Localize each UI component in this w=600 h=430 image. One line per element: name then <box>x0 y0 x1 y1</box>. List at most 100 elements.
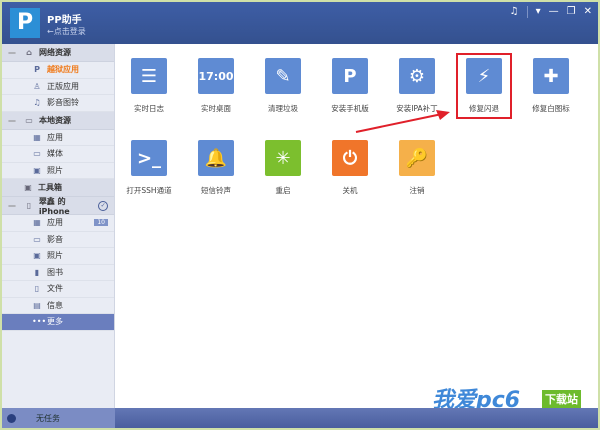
ringtone-icon: 🔔 <box>198 140 234 176</box>
sidebar-group-label: 本地资源 <box>39 115 71 126</box>
shutdown-icon: ⏻ <box>332 140 368 176</box>
maximize-icon[interactable]: ❐ <box>567 6 576 18</box>
highlight-box <box>456 53 512 119</box>
check-icon: ✓ <box>98 201 108 211</box>
file-icon: ▯ <box>32 284 42 293</box>
sidebar-group[interactable]: — ▯ 翠鑫 的 iPhone✓ <box>2 197 114 215</box>
sidebar-item[interactable]: ▣ 照片 <box>2 163 114 180</box>
tool-fix-white-icon-button[interactable]: ✚修复白图标 <box>519 58 583 114</box>
sidebar-item[interactable]: ▣ 照片 <box>2 248 114 265</box>
menu-dropdown-icon[interactable]: ▾ <box>536 6 541 18</box>
tool-ringtone-button[interactable]: 🔔 短信铃声 <box>184 140 248 196</box>
tool-log-button[interactable]: ☰ 实时日志 <box>117 58 181 114</box>
clean-icon: ✎ <box>265 58 301 94</box>
book-icon: ▮ <box>32 268 42 277</box>
sidebar-group[interactable]: ▣ 工具箱 <box>2 179 114 197</box>
sidebar-item[interactable]: ▭ 媒体 <box>2 146 114 163</box>
sidebar-item[interactable]: P 越狱应用 <box>2 62 114 79</box>
app-name: PP助手 <box>47 11 82 26</box>
install-mobile-icon: P <box>332 58 368 94</box>
log-icon: ☰ <box>131 58 167 94</box>
toolbox-icon: ▣ <box>23 183 33 192</box>
tool-clean-button[interactable]: ✎ 清理垃圾 <box>251 58 315 114</box>
collapse-icon[interactable]: — <box>8 201 16 210</box>
sidebar-item[interactable]: •••更多 <box>2 314 114 331</box>
tool-restart-button[interactable]: ✳重启 <box>251 140 315 196</box>
divider <box>527 6 528 18</box>
collapse-icon[interactable]: — <box>8 116 16 125</box>
sidebar-item-label: 越狱应用 <box>47 64 79 75</box>
sidebar-item[interactable]: ▯ 文件 <box>2 281 114 298</box>
sidebar-group-label: 翠鑫 的 iPhone <box>39 196 98 216</box>
window-controls: ♫ ▾ — ❐ ✕ <box>510 6 592 18</box>
ipa-patch-icon: ⚙ <box>399 58 435 94</box>
sidebar-item[interactable]: ▦ 应用 <box>2 130 114 147</box>
tool-label: 实时日志 <box>117 103 181 114</box>
tool-logout-button[interactable]: 🔑 注销 <box>385 140 449 196</box>
sidebar-group[interactable]: —⌂网络资源 <box>2 44 114 62</box>
sidebar-item-label: 应用 <box>47 217 63 228</box>
sidebar-group-label: 工具箱 <box>38 182 62 193</box>
music-icon: ♫ <box>32 98 42 107</box>
tool-label: 短信铃声 <box>184 185 248 196</box>
photo-icon: ▣ <box>32 166 42 175</box>
tool-label: 修复白图标 <box>519 103 583 114</box>
sidebar-item-label: 图书 <box>47 267 63 278</box>
monitor-icon: ▭ <box>24 116 34 125</box>
sidebar-item-label: 照片 <box>47 165 63 176</box>
grid-icon: ▦ <box>32 218 42 227</box>
tool-label: 注销 <box>385 185 449 196</box>
ssh-icon: >_ <box>131 140 167 176</box>
sidebar-item[interactable]: ▤ 信息 <box>2 298 114 315</box>
status-bar: 无任务 <box>2 408 598 428</box>
tool-ssh-button[interactable]: >_ 打开SSH通道 <box>117 140 181 196</box>
pp-assistant-window: P PP助手 ←点击登录 ♫ ▾ — ❐ ✕ —⌂网络资源 P 越狱应用 ♙ 正版应用 ♫… <box>2 2 598 428</box>
red-arrow <box>352 102 462 137</box>
count-badge: 10 <box>94 219 108 226</box>
tool-label: 清理垃圾 <box>251 103 315 114</box>
logout-icon: 🔑 <box>399 140 435 176</box>
music-icon[interactable]: ♫ <box>510 6 519 18</box>
tool-label: 实时桌面 <box>184 103 248 114</box>
sidebar-item-label: 应用 <box>47 132 63 143</box>
tool-desktop-button[interactable]: 17:00 实时桌面 <box>184 58 248 114</box>
sidebar-item[interactable]: ▮ 图书 <box>2 265 114 282</box>
close-icon[interactable]: ✕ <box>584 6 592 18</box>
desktop-icon: 17:00 <box>198 58 234 94</box>
grid-icon: ▦ <box>32 133 42 142</box>
task-status: 无任务 <box>36 413 60 424</box>
sidebar-item-label: 影音图铃 <box>47 97 79 108</box>
video-icon: ▭ <box>32 149 42 158</box>
video-icon: ▭ <box>32 235 42 244</box>
phone-icon: ▯ <box>24 201 34 210</box>
tool-label: 打开SSH通道 <box>117 185 181 196</box>
sidebar-item-label: 正版应用 <box>47 81 79 92</box>
message-icon: ▤ <box>32 301 42 310</box>
minimize-icon[interactable]: — <box>549 6 559 18</box>
sidebar-item-label: 媒体 <box>47 148 63 159</box>
sidebar-group[interactable]: — ▭ 本地资源 <box>2 112 114 130</box>
sidebar-item-label: 影音 <box>47 234 63 245</box>
task-icon <box>7 414 16 423</box>
tool-shutdown-button[interactable]: ⏻ 关机 <box>318 140 382 196</box>
sidebar-group-label: 网络资源 <box>39 47 71 58</box>
photo-icon: ▣ <box>32 251 42 260</box>
tool-label: 重启 <box>251 185 315 196</box>
collapse-icon[interactable]: — <box>8 48 16 57</box>
title-bar: P PP助手 ←点击登录 ♫ ▾ — ❐ ✕ <box>2 2 598 44</box>
sidebar-item-label: 文件 <box>47 283 63 294</box>
sidebar: —⌂网络资源 P 越狱应用 ♙ 正版应用 ♫ 影音图铃 — ▭ 本地资源 ▦ 应用 ▭ 媒体 ▣ 照片 ▣ 工具箱… <box>2 44 115 408</box>
sidebar-item[interactable]: ▭ 影音 <box>2 232 114 249</box>
more-icon: ••• <box>32 317 42 326</box>
sidebar-item-label: 信息 <box>47 300 63 311</box>
app-logo: P <box>10 8 40 38</box>
tool-label: 关机 <box>318 185 382 196</box>
pp-icon: P <box>32 65 42 74</box>
login-link[interactable]: ←点击登录 <box>47 26 86 37</box>
sidebar-item[interactable]: ♙ 正版应用 <box>2 79 114 96</box>
sidebar-item-label: 照片 <box>47 250 63 261</box>
sidebar-item[interactable]: ♫ 影音图铃 <box>2 95 114 112</box>
sidebar-item[interactable]: ▦ 应用 10 <box>2 215 114 232</box>
watermark-badge: 下载站 <box>542 390 581 408</box>
app-store-icon: ♙ <box>32 82 42 91</box>
